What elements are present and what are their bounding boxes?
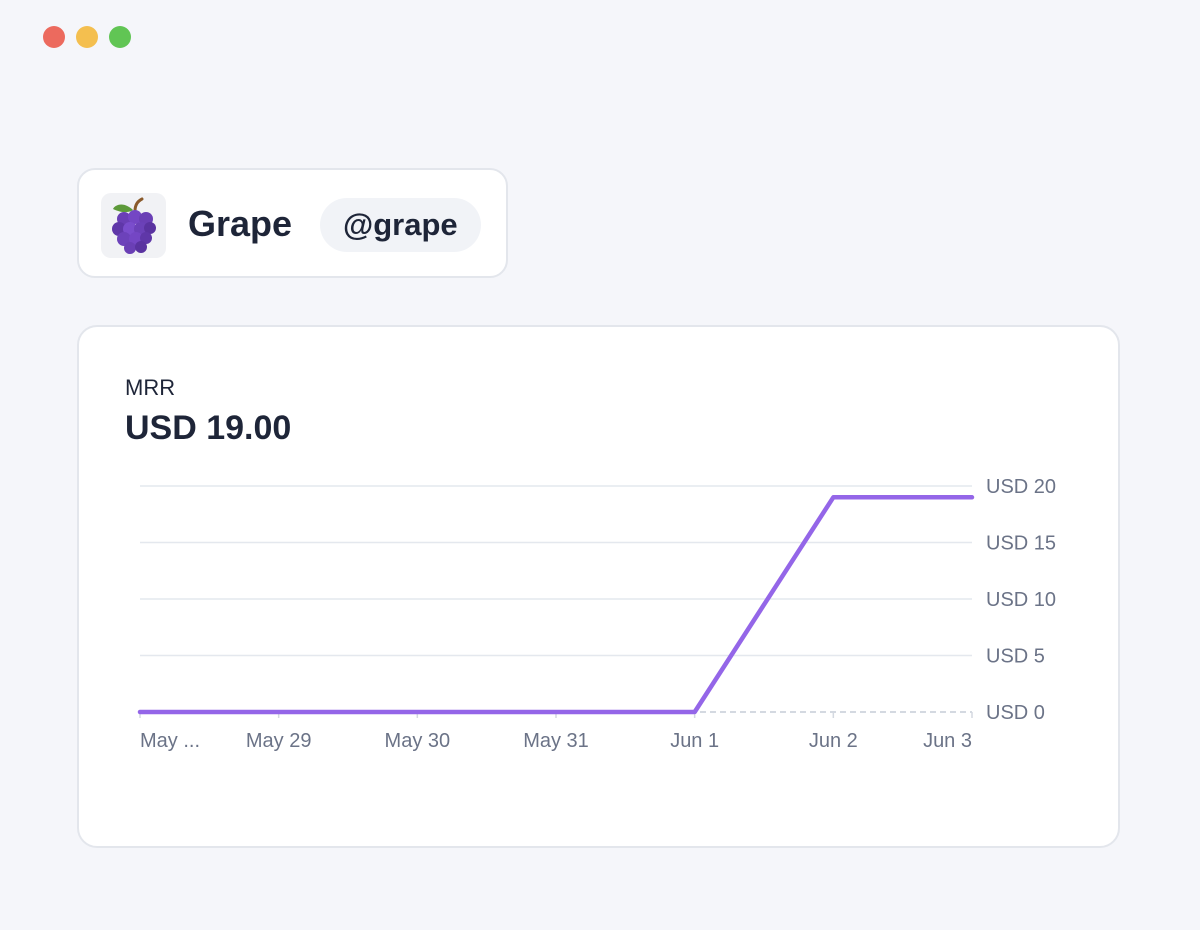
x-tick-label: Jun 3 [923,730,972,752]
profile-card: Grape @grape [77,168,508,278]
x-tick-label: May ... [140,730,200,752]
app-name: Grape [188,203,293,244]
y-tick-label: USD 0 [986,702,1045,724]
minimize-window-button[interactable] [76,26,98,48]
handle-badge[interactable]: @grape [320,198,481,252]
window-controls [43,26,131,48]
maximize-window-button[interactable] [109,26,131,48]
x-tick-label: Jun 1 [670,730,719,752]
y-tick-label: USD 10 [986,589,1056,611]
grape-icon [111,197,156,254]
y-tick-label: USD 15 [986,533,1056,555]
x-tick-label: May 31 [523,730,589,752]
avatar [101,193,166,258]
x-tick-label: May 29 [246,730,312,752]
mrr-series-line [137,495,975,715]
y-tick-label: USD 5 [986,646,1045,668]
close-window-button[interactable] [43,26,65,48]
x-tick-label: May 30 [385,730,451,752]
mrr-line-chart: USD 0 USD 5 USD 10 USD 15 USD 20 May ... May 2… [137,476,1056,752]
x-tick-label: Jun 2 [809,730,858,752]
y-tick-label: USD 20 [986,476,1056,498]
mrr-chart-card: MRR USD 19.00 USD 0 USD 5 USD 10 USD 15 USD … [77,325,1120,848]
